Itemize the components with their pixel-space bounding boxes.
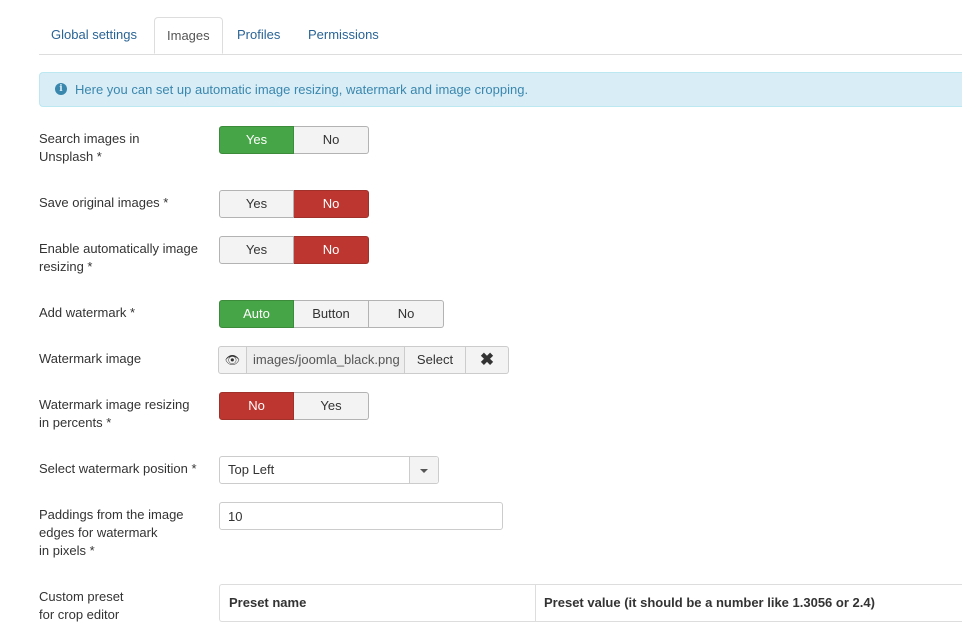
label-line: Search images in [39,131,140,146]
paddings-input[interactable] [219,502,503,530]
add-watermark-label: Add watermark * [39,305,136,320]
label-line: Custom preset [39,589,124,604]
chevron-down-icon[interactable] [409,457,438,483]
watermark-position-value: Top Left [228,462,275,477]
tab-permissions[interactable]: Permissions [296,17,391,53]
label-line: Watermark image resizing [39,397,190,412]
watermark-image-path: images/joomla_black.png [247,346,405,374]
save-original-no-button[interactable]: No [294,190,369,218]
info-text: Here you can set up automatic image resi… [75,82,529,97]
watermark-position-select[interactable]: Top Left [219,456,439,484]
info-alert: i Here you can set up automatic image re… [39,72,962,107]
label-line: in pixels * [39,543,95,558]
auto-resize-no-button[interactable]: No [294,236,369,264]
save-original-label: Save original images * [39,195,169,210]
add-watermark-auto-button[interactable]: Auto [219,300,294,328]
unsplash-label: Search images in Unsplash * [39,130,209,166]
watermark-percent-no-button[interactable]: No [219,392,294,420]
unsplash-yes-button[interactable]: Yes [219,126,294,154]
watermark-select-button[interactable]: Select [405,346,466,374]
watermark-percent-toggle: No Yes [219,392,369,420]
label-line: Unsplash * [39,149,102,164]
label-line: for crop editor [39,607,120,622]
add-watermark-no-button[interactable]: No [369,300,444,328]
unsplash-toggle: Yes No [219,126,369,154]
crop-preset-label: Custom preset for crop editor [39,588,209,624]
tab-images[interactable]: Images [154,17,223,54]
label-line: edges for watermark [39,525,158,540]
preset-value-header: Preset value (it should be a number like… [544,595,875,610]
label-line: in percents * [39,415,112,430]
preset-name-header: Preset name [220,585,536,621]
add-watermark-button-button[interactable]: Button [294,300,369,328]
paddings-label: Paddings from the image edges for waterm… [39,506,209,560]
auto-resize-label: Enable automatically image resizing * [39,240,209,276]
add-watermark-toggle: Auto Button No [219,300,444,328]
watermark-image-label: Watermark image [39,351,142,366]
label-line: Enable automatically image [39,241,198,256]
tab-global-settings[interactable]: Global settings [39,17,149,53]
save-original-toggle: Yes No [219,190,369,218]
watermark-image-field: 👁 images/joomla_black.png Select ✖ [218,346,509,374]
watermark-percent-label: Watermark image resizing in percents * [39,396,209,432]
save-original-yes-button[interactable]: Yes [219,190,294,218]
watermark-percent-yes-button[interactable]: Yes [294,392,369,420]
eye-icon[interactable]: 👁 [218,346,247,374]
close-icon[interactable]: ✖ [466,346,509,374]
crop-preset-table: Preset name Preset value (it should be a… [219,584,962,622]
auto-resize-toggle: Yes No [219,236,369,264]
label-line: Paddings from the image [39,507,184,522]
watermark-position-label: Select watermark position * [39,461,197,476]
info-icon: i [55,83,67,95]
tab-bar: Global settings Images Profiles Permissi… [39,17,962,55]
tab-profiles[interactable]: Profiles [225,17,292,53]
auto-resize-yes-button[interactable]: Yes [219,236,294,264]
unsplash-no-button[interactable]: No [294,126,369,154]
label-line: resizing * [39,259,93,274]
